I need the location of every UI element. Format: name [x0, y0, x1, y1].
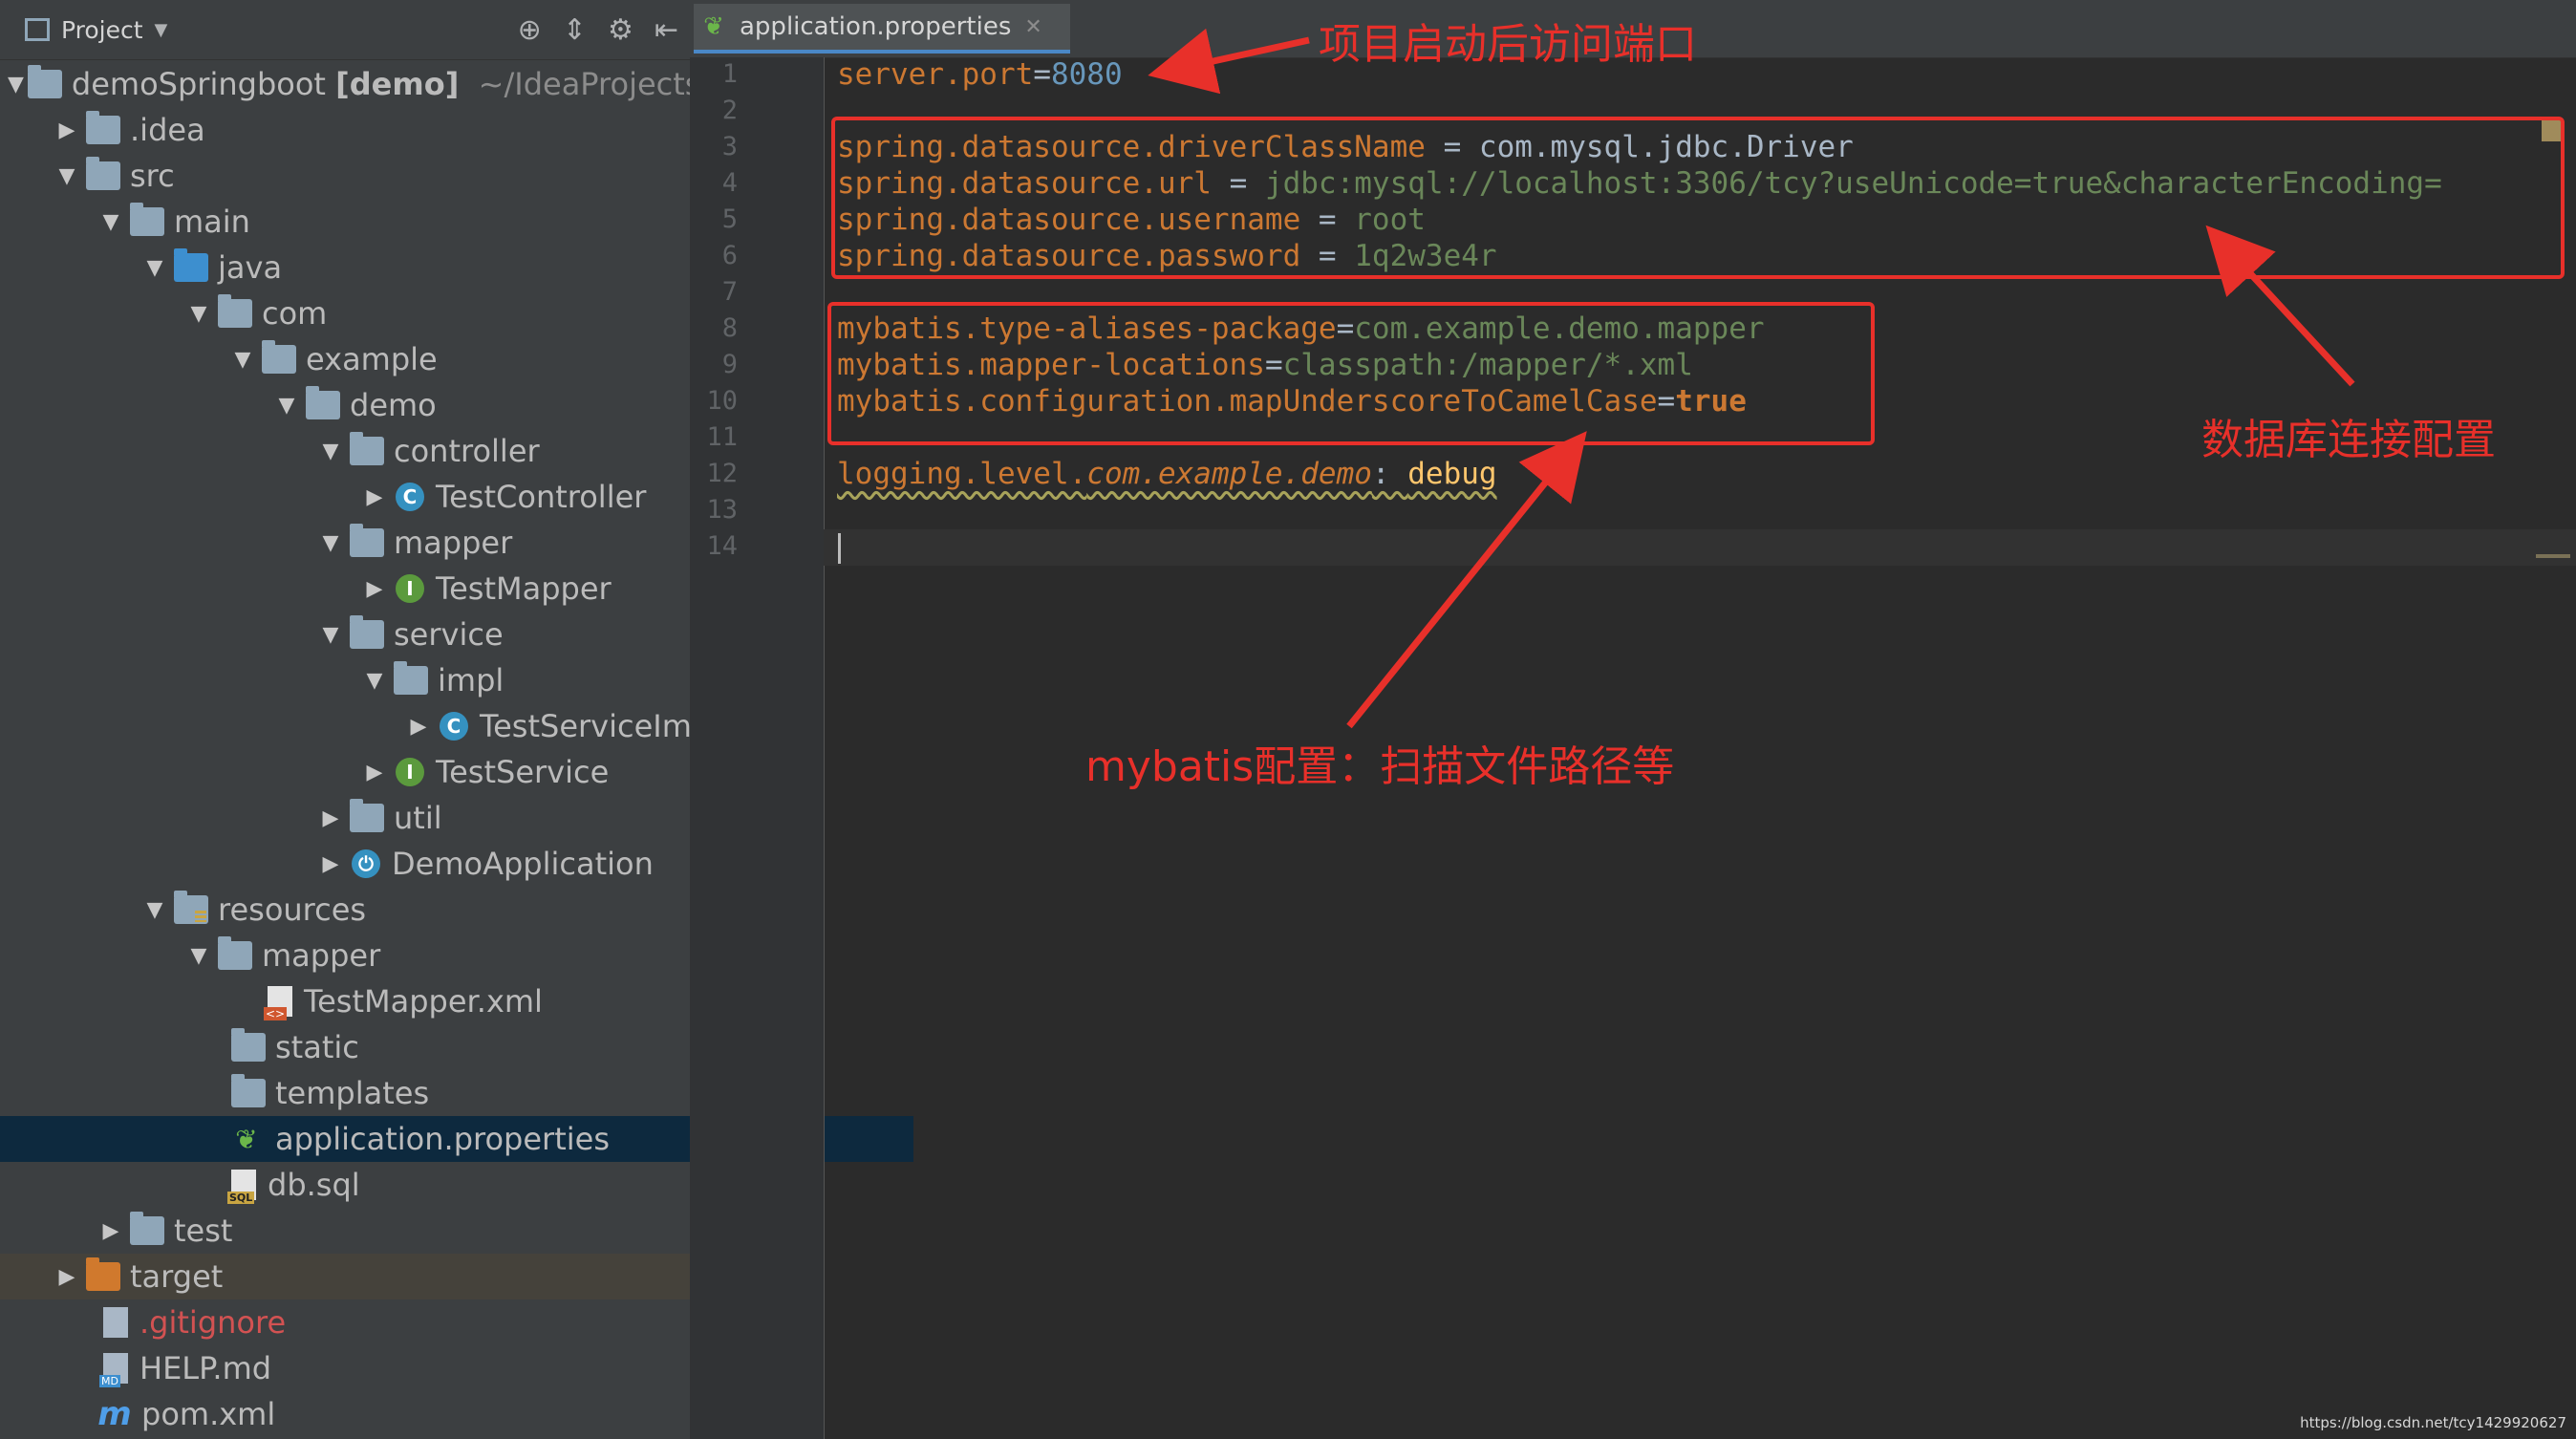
mybatis-annotation: mybatis配置：扫描文件路径等: [1085, 742, 1675, 791]
datasource-annotation: 数据库连接配置: [2201, 416, 2496, 464]
datasource-arrow: [2205, 225, 2355, 387]
annotation-arrows: [1148, 28, 2355, 729]
port-arrow: [1148, 28, 1310, 95]
port-annotation: 项目启动后访问端口: [1319, 20, 1697, 69]
watermark: https://blog.csdn.net/tcy1429920627: [2300, 1414, 2566, 1431]
mybatis-arrow: [1346, 431, 1587, 729]
